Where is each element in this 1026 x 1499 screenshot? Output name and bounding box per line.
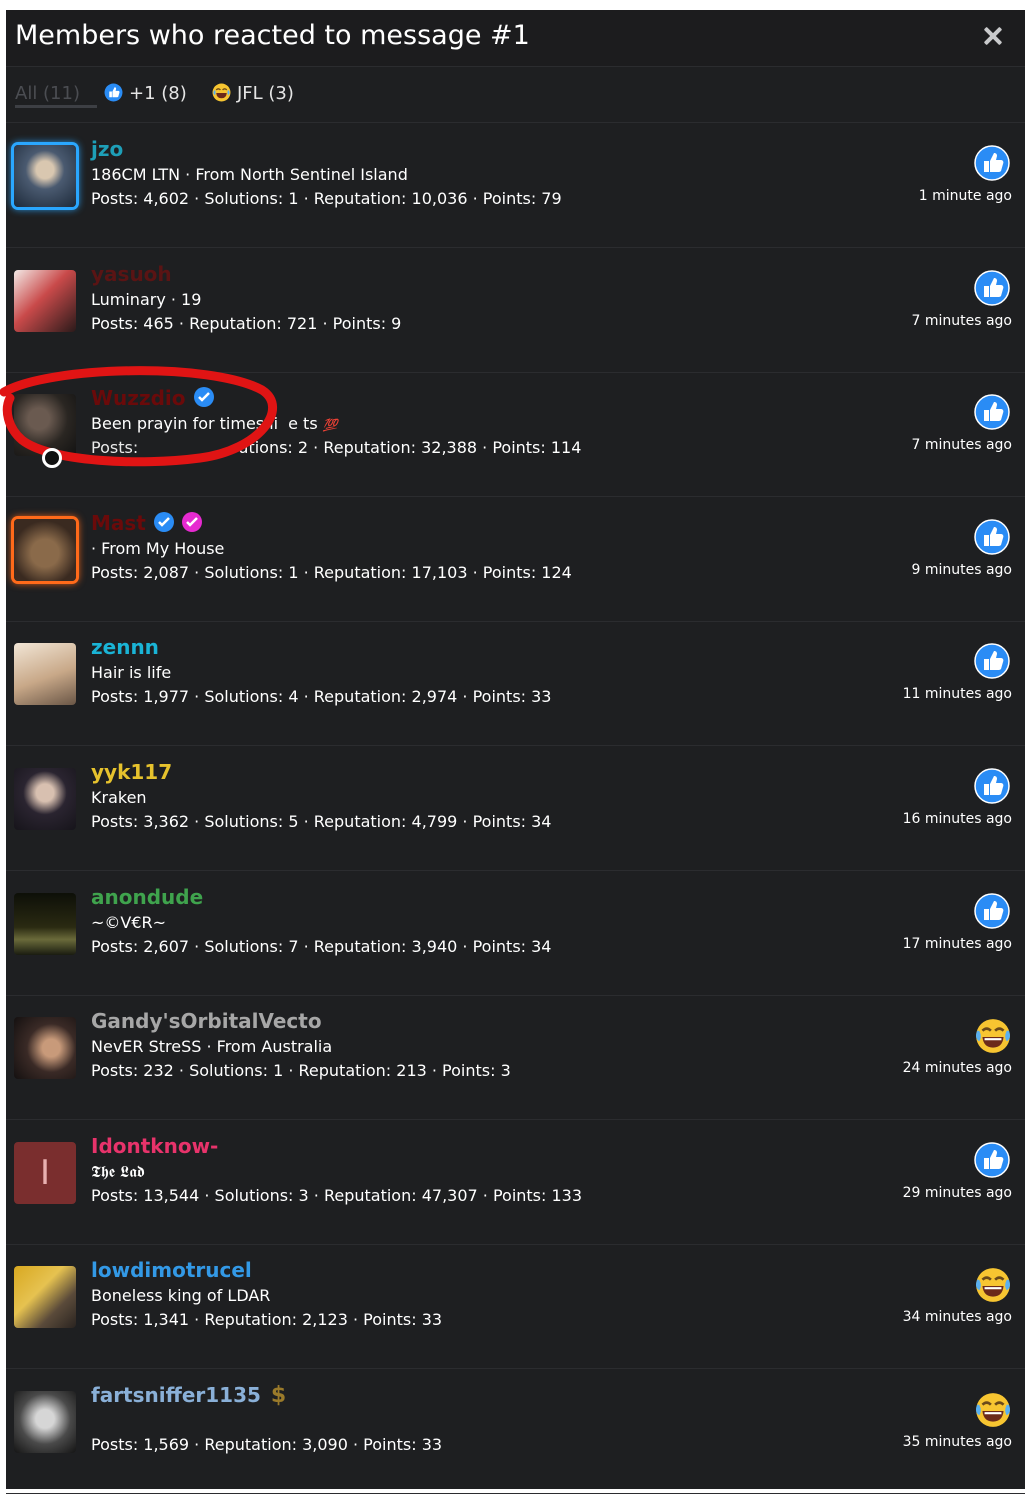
reaction-time[interactable]: 7 minutes ago [911, 435, 1012, 455]
member-username[interactable]: fartsniffer1135 $ [91, 1381, 286, 1410]
tab-active-indicator [15, 105, 97, 108]
laughing-crying-icon [974, 1017, 1011, 1054]
verified-badge-icon [153, 511, 174, 532]
avatar[interactable] [14, 394, 76, 457]
reaction-time[interactable]: 7 minutes ago [911, 311, 1012, 331]
member-row: Gandy'sOrbitalVecto NevER StreSS · From A… [6, 995, 1025, 1121]
member-stats: Posts: 1,977 · Solutions: 4 · Reputation… [91, 687, 552, 707]
pink-check-badge-icon [181, 511, 202, 532]
member-username[interactable]: Mast [91, 509, 202, 537]
avatar[interactable] [14, 892, 76, 955]
avatar[interactable] [14, 1017, 76, 1080]
member-username[interactable]: zennn [91, 633, 159, 661]
member-stats: Posts: utions: 2 · Reputation: 32,388 · … [91, 438, 582, 458]
avatar[interactable] [14, 1391, 76, 1453]
thumbs-up-icon [974, 643, 1010, 680]
avatar[interactable] [14, 145, 76, 207]
laughing-crying-icon [212, 83, 231, 110]
member-row: yasuoh Luminary · 19 Posts: 465 · Reputati… [6, 248, 1025, 373]
dollar-badge-icon: $ [270, 1383, 287, 1408]
member-title: Luminary · 19 [91, 289, 202, 309]
member-username[interactable]: anondude [91, 883, 203, 911]
avatar[interactable] [14, 1266, 76, 1329]
member-stats: Posts: 3,362 · Solutions: 5 · Reputation… [91, 812, 552, 831]
member-username[interactable]: Wuzzdio [91, 384, 214, 412]
tab-jfl-label: JFL (3) [237, 83, 294, 104]
avatar[interactable] [14, 518, 76, 581]
member-username[interactable]: yasuoh [91, 260, 172, 288]
member-stats: Posts: 2,087 · Solutions: 1 · Reputation… [91, 562, 572, 582]
member-row: anondude ~©V€R~ Posts: 2,607 · Solutions: … [6, 871, 1025, 996]
reaction-time[interactable]: 17 minutes ago [903, 934, 1012, 954]
member-stats: Posts: 13,544 · Solutions: 3 · Reputatio… [91, 1185, 583, 1205]
reaction-time[interactable]: 16 minutes ago [903, 809, 1012, 829]
dialog-title: Members who reacted to message #1 [15, 20, 530, 51]
thumbs-up-icon [974, 145, 1010, 181]
dialog-header: Members who reacted to message #1 [6, 10, 1025, 67]
member-username[interactable]: Idontknow- [91, 1132, 218, 1160]
avatar[interactable] [14, 643, 76, 706]
member-title: 186CM LTN · From North Sentinel Island [91, 165, 408, 184]
member-stats: Posts: 1,341 · Reputation: 2,123 · Point… [91, 1310, 443, 1330]
thumbs-up-icon [974, 892, 1010, 929]
member-title: Boneless king of LDAR [91, 1286, 271, 1306]
reaction-time[interactable]: 29 minutes ago [903, 1183, 1012, 1203]
member-stats: Posts: 4,602 · Solutions: 1 · Reputation… [91, 189, 562, 208]
avatar[interactable] [14, 269, 76, 332]
reaction-tabs: All (11) +1 (8) JFL (3) [6, 67, 1025, 123]
member-username[interactable]: lowdimotrucel [91, 1256, 252, 1284]
tab-all[interactable]: All (11) [15, 81, 97, 108]
member-row: zennn Hair is life Posts: 1,977 · Solution… [6, 621, 1025, 747]
mouse-cursor [42, 448, 62, 468]
member-username[interactable]: Gandy'sOrbitalVecto [91, 1007, 322, 1035]
thumbs-up-icon [974, 1142, 1010, 1178]
member-stats: Posts: 2,607 · Solutions: 7 · Reputation… [91, 936, 552, 956]
tab-all-label: All (11) [15, 83, 80, 104]
member-row: Wuzzdio Been prayin for times li e ts 💯 Pos… [6, 372, 1025, 498]
reaction-time[interactable]: 9 minutes ago [911, 560, 1012, 580]
member-title: Hair is life [91, 663, 172, 683]
tab-jfl[interactable]: JFL (3) [212, 81, 294, 110]
member-row: I Idontknow- 𝕿𝖍𝖊 𝕷𝖆𝖉 Posts: 13,544 · Soluti… [6, 1120, 1025, 1245]
member-username[interactable]: jzo [91, 135, 123, 163]
reaction-time[interactable]: 24 minutes ago [903, 1058, 1012, 1078]
tab-plus-one[interactable]: +1 (8) [104, 81, 187, 110]
reaction-time[interactable]: 1 minute ago [919, 186, 1012, 206]
member-row: fartsniffer1135 $ Posts: 1,569 · Reputatio… [6, 1369, 1025, 1494]
reaction-time[interactable]: 35 minutes ago [903, 1432, 1012, 1452]
member-username[interactable]: yyk117 [91, 758, 172, 786]
close-icon[interactable] [979, 18, 1007, 54]
thumbs-up-icon [974, 519, 1010, 555]
tab-plus-one-label: +1 (8) [129, 83, 187, 104]
laughing-crying-icon [974, 1266, 1011, 1303]
member-title: Been prayin for times li e ts 💯 [91, 414, 338, 434]
member-row: Mast · From My House Posts: 2,087 · Soluti… [6, 497, 1025, 622]
member-title: · From My House [91, 538, 225, 558]
reaction-time[interactable]: 34 minutes ago [903, 1307, 1012, 1327]
thumbs-up-icon [104, 83, 123, 110]
thumbs-up-icon [974, 269, 1010, 306]
avatar[interactable]: I [14, 1141, 76, 1204]
reaction-time[interactable]: 11 minutes ago [903, 684, 1012, 704]
member-stats: Posts: 1,569 · Reputation: 3,090 · Point… [91, 1435, 443, 1454]
member-row: jzo 186CM LTN · From North Sentinel Islan… [6, 123, 1025, 248]
verified-badge-icon [193, 387, 214, 408]
member-title: NevER StreSS · From Australia [91, 1037, 333, 1057]
member-title: ~©V€R~ [91, 912, 167, 932]
thumbs-up-icon [974, 768, 1010, 804]
member-title: 𝕿𝖍𝖊 𝕷𝖆𝖉 [91, 1161, 145, 1181]
reactions-dialog: Members who reacted to message #1 All (1… [6, 10, 1025, 1494]
member-row: lowdimotrucel Boneless king of LDAR Posts:… [6, 1244, 1025, 1370]
member-row: yyk117 Kraken Posts: 3,362 · Solutions: 5 … [6, 746, 1025, 871]
avatar[interactable] [14, 768, 76, 830]
member-stats: Posts: 465 · Reputation: 721 · Points: 9 [91, 313, 402, 333]
thumbs-up-icon [974, 394, 1010, 430]
laughing-crying-icon [974, 1391, 1011, 1427]
member-title: Kraken [91, 788, 147, 807]
member-stats: Posts: 232 · Solutions: 1 · Reputation: … [91, 1061, 511, 1081]
